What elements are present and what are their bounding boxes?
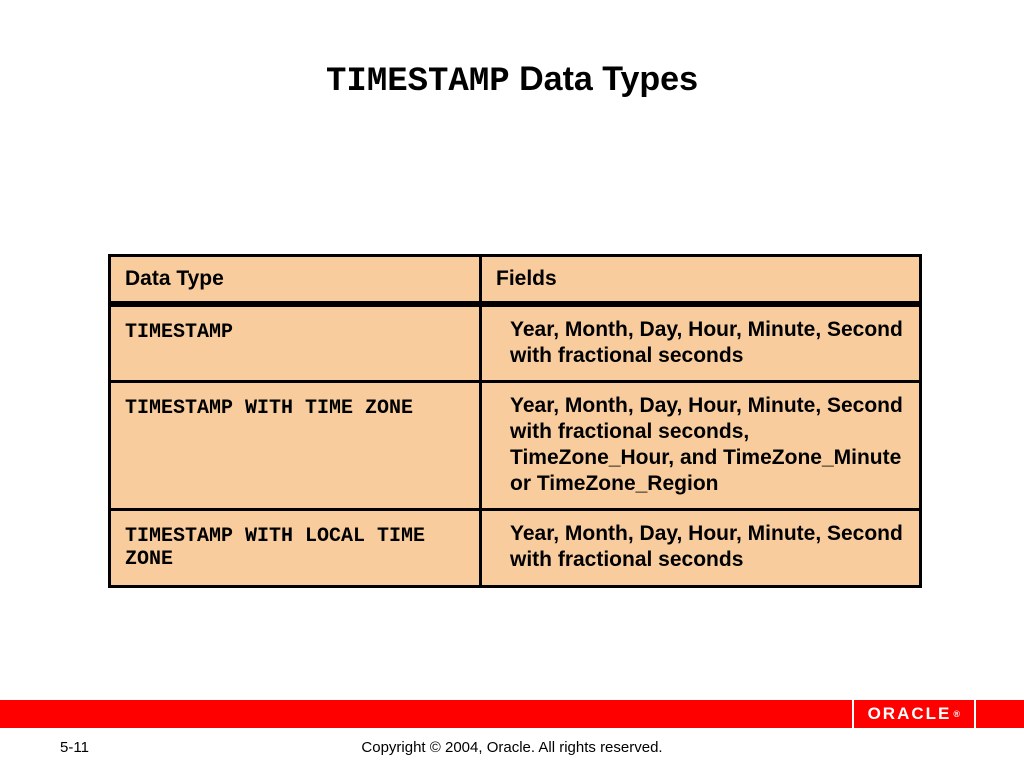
footer-copyright: Copyright © 2004, Oracle. All rights res… xyxy=(0,739,1024,756)
cell-data-type: TIMESTAMP WITH TIME ZONE xyxy=(111,380,482,508)
cell-fields: Year, Month, Day, Hour, Minute, Second w… xyxy=(482,508,919,585)
oracle-logo-text: ORACLE xyxy=(868,704,952,724)
header-data-type: Data Type xyxy=(111,257,482,307)
cell-data-type: TIMESTAMP xyxy=(111,307,482,380)
title-rest: Data Types xyxy=(510,60,698,98)
cell-fields: Year, Month, Day, Hour, Minute, Second w… xyxy=(482,380,919,508)
table-row: TIMESTAMP WITH TIME ZONE Year, Month, Da… xyxy=(111,380,919,508)
table-row: TIMESTAMP Year, Month, Day, Hour, Minute… xyxy=(111,307,919,380)
table-header-row: Data Type Fields xyxy=(111,257,919,307)
page-number: 5-11 xyxy=(60,739,89,756)
cell-data-type: TIMESTAMP WITH LOCAL TIME ZONE xyxy=(111,508,482,585)
timestamp-types-table: Data Type Fields TIMESTAMP Year, Month, … xyxy=(108,254,922,588)
cell-fields: Year, Month, Day, Hour, Minute, Second w… xyxy=(482,307,919,380)
table-row: TIMESTAMP WITH LOCAL TIME ZONE Year, Mon… xyxy=(111,508,919,585)
header-fields: Fields xyxy=(482,257,919,307)
slide-title: TIMESTAMP Data Types xyxy=(0,60,1024,101)
slide: TIMESTAMP Data Types Data Type Fields TI… xyxy=(0,0,1024,768)
title-keyword: TIMESTAMP xyxy=(326,63,510,101)
oracle-logo: ORACLE® xyxy=(852,700,976,728)
registered-mark: ® xyxy=(953,709,960,719)
